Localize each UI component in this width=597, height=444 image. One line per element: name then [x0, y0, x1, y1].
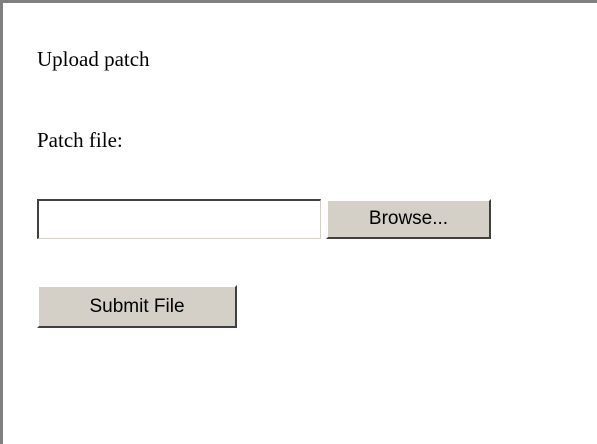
patch-file-input[interactable]: [37, 199, 321, 239]
submit-file-button[interactable]: Submit File: [37, 285, 237, 328]
patch-file-label: Patch file:: [37, 128, 123, 152]
browse-button[interactable]: Browse...: [326, 199, 491, 239]
upload-panel: Upload patch Patch file: Browse... Submi…: [0, 0, 597, 444]
page-title: Upload patch: [37, 47, 150, 71]
